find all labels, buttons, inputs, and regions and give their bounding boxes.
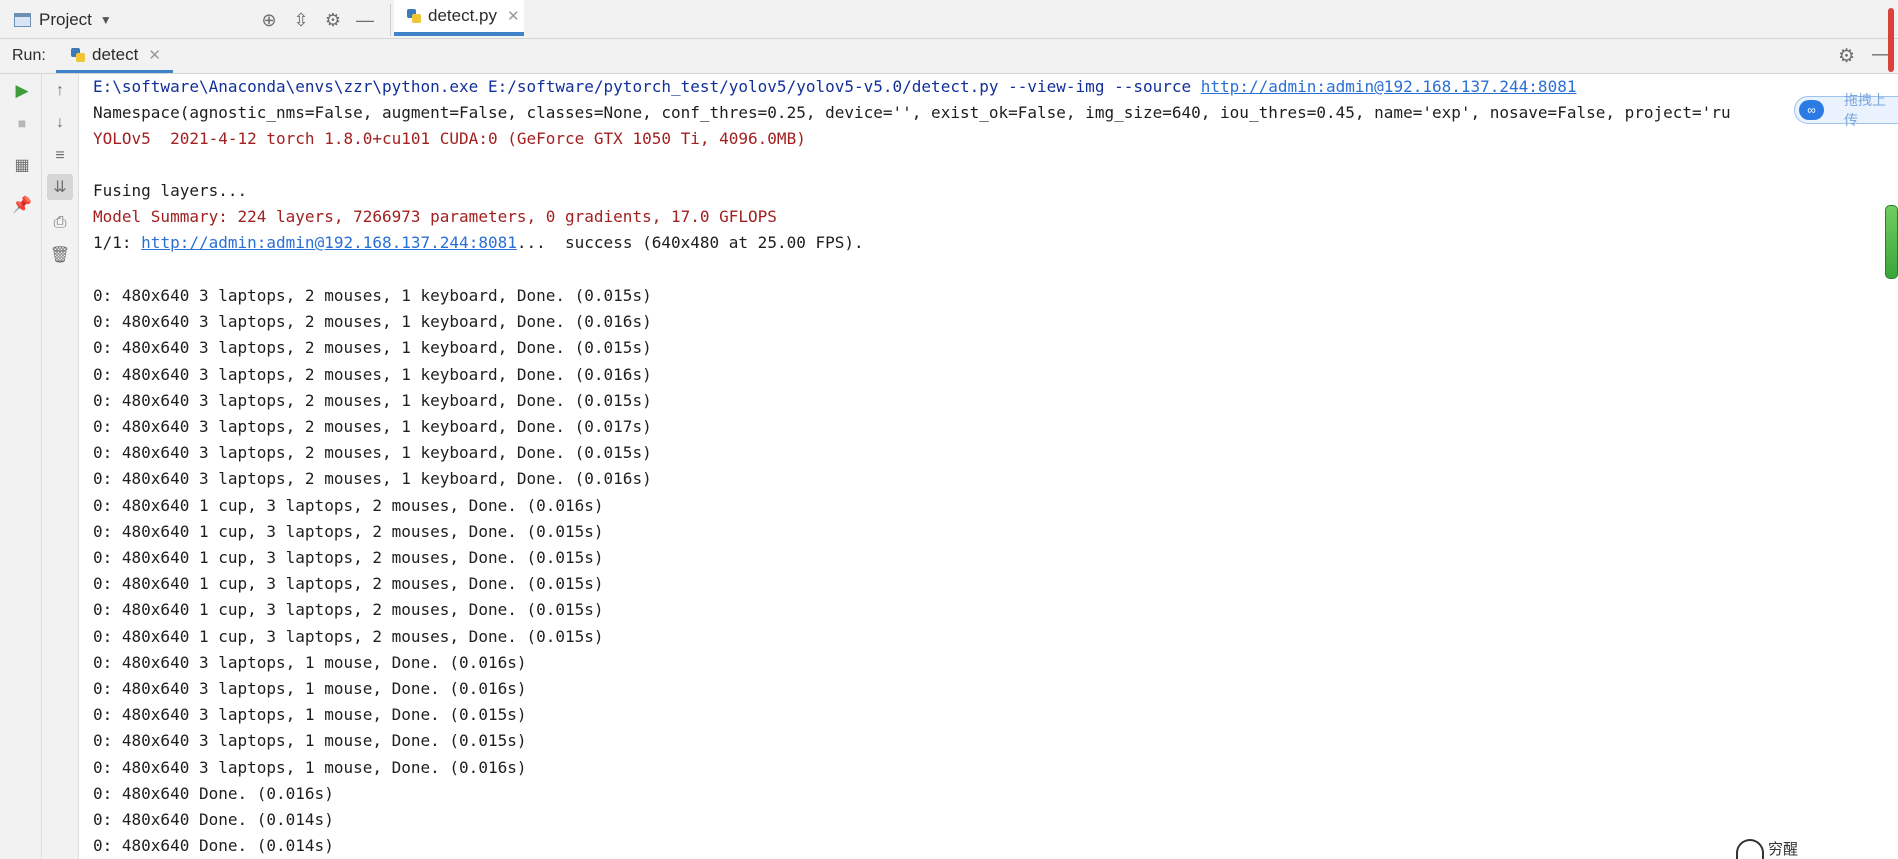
detection-line: 0: 480x640 Done. (0.014s) bbox=[93, 836, 334, 856]
detection-line: 0: 480x640 3 laptops, 1 mouse, Done. (0.… bbox=[93, 757, 527, 777]
run-icon[interactable]: ▶ bbox=[9, 78, 35, 104]
detection-line: 0: 480x640 1 cup, 3 laptops, 2 mouses, D… bbox=[93, 626, 604, 646]
target-icon[interactable]: ⊕ bbox=[256, 8, 282, 32]
scroll-thumb[interactable] bbox=[1885, 205, 1898, 279]
run-label: Run: bbox=[12, 47, 46, 64]
detection-line: 0: 480x640 3 laptops, 1 mouse, Done. (0.… bbox=[93, 652, 527, 672]
project-selector[interactable]: Project ▼ bbox=[14, 9, 112, 31]
command-text: E:\software\Anaconda\envs\zzr\python.exe… bbox=[93, 77, 1201, 96]
detection-line: 0: 480x640 1 cup, 3 laptops, 2 mouses, D… bbox=[93, 600, 604, 620]
run-actions-gutter: ▶ ■ ▦ 📌 bbox=[0, 74, 42, 859]
source-link[interactable]: http://admin:admin@192.168.137.244:8081 bbox=[141, 233, 517, 252]
run-tab-detect[interactable]: detect ✕ bbox=[56, 39, 173, 73]
project-label: Project bbox=[39, 10, 92, 29]
soft-wrap-icon[interactable]: ≡ bbox=[47, 143, 73, 169]
tab-detect-py[interactable]: detect.py ✕ bbox=[394, 0, 524, 36]
python-file-icon bbox=[406, 8, 422, 24]
up-icon[interactable]: ↑ bbox=[47, 78, 73, 104]
python-file-icon bbox=[70, 47, 86, 63]
detection-line: 0: 480x640 1 cup, 3 laptops, 2 mouses, D… bbox=[93, 495, 604, 515]
scroll-indicator bbox=[1888, 8, 1894, 72]
close-icon[interactable]: ✕ bbox=[148, 46, 161, 64]
corner-text: 穷醒 bbox=[1768, 841, 1799, 858]
detection-line: 0: 480x640 3 laptops, 2 mouses, 1 keyboa… bbox=[93, 338, 652, 358]
model-summary-line: Model Summary: 224 layers, 7266973 param… bbox=[93, 207, 777, 226]
detection-line: 0: 480x640 1 cup, 3 laptops, 2 mouses, D… bbox=[93, 574, 604, 594]
stop-icon[interactable]: ■ bbox=[9, 110, 35, 136]
source-status-line: 1/1: http://admin:admin@192.168.137.244:… bbox=[93, 232, 864, 254]
divider bbox=[390, 4, 391, 36]
detection-line: 0: 480x640 3 laptops, 1 mouse, Done. (0.… bbox=[93, 679, 527, 698]
command-line: E:\software\Anaconda\envs\zzr\python.exe… bbox=[93, 76, 1576, 98]
trash-icon[interactable]: 🗑 bbox=[47, 242, 73, 268]
detection-line: 0: 480x640 3 laptops, 2 mouses, 1 keyboa… bbox=[93, 469, 652, 489]
detection-line: 0: 480x640 1 cup, 3 laptops, 2 mouses, D… bbox=[93, 521, 604, 541]
gear-icon[interactable]: ⚙ bbox=[1838, 45, 1855, 68]
run-toolbar: Run: detect ✕ ⚙ — bbox=[0, 39, 1898, 74]
detection-line: 0: 480x640 3 laptops, 2 mouses, 1 keyboa… bbox=[93, 364, 652, 384]
cloud-icon: ∞ bbox=[1799, 100, 1825, 120]
chevron-down-icon: ▼ bbox=[99, 13, 112, 27]
face-icon bbox=[1736, 838, 1764, 859]
detection-line: 0: 480x640 Done. (0.014s) bbox=[93, 810, 334, 829]
gear-icon[interactable]: ⚙ bbox=[320, 8, 346, 32]
minimize-icon[interactable]: — bbox=[352, 8, 378, 32]
collapse-icon[interactable]: ⇳ bbox=[288, 8, 314, 32]
run-tab-label: detect bbox=[92, 44, 139, 64]
console-actions-gutter: ↑ ↓ ≡ ⇊ ⎙ 🗑 bbox=[42, 74, 79, 859]
corner-watermark: 穷醒 bbox=[1736, 838, 1798, 859]
down-icon[interactable]: ↓ bbox=[47, 110, 73, 136]
close-icon[interactable]: ✕ bbox=[507, 7, 520, 25]
detection-line: 0: 480x640 3 laptops, 1 mouse, Done. (0.… bbox=[93, 731, 527, 751]
source-suffix: ... success (640x480 at 25.00 FPS). bbox=[516, 233, 864, 252]
baidu-upload-badge[interactable]: ∞ 拖拽上传 bbox=[1794, 92, 1898, 128]
detection-line: 0: 480x640 1 cup, 3 laptops, 2 mouses, D… bbox=[93, 548, 604, 567]
print-icon[interactable]: ⎙ bbox=[47, 210, 73, 236]
pin-icon[interactable]: 📌 bbox=[9, 192, 35, 218]
detection-line: 0: 480x640 3 laptops, 2 mouses, 1 keyboa… bbox=[93, 390, 652, 410]
yolo-version-line: YOLOv5 2021-4-12 torch 1.8.0+cu101 CUDA:… bbox=[93, 129, 806, 148]
top-toolbar: Project ▼ ⊕ ⇳ ⚙ — detect.py ✕ bbox=[0, 0, 1898, 39]
fusing-line: Fusing layers... bbox=[93, 181, 248, 200]
scroll-to-end-icon[interactable]: ⇊ bbox=[47, 174, 73, 200]
detection-line: 0: 480x640 Done. (0.016s) bbox=[93, 783, 334, 803]
float-upload-text: 拖拽上传 bbox=[1844, 92, 1887, 128]
console-output[interactable]: E:\software\Anaconda\envs\zzr\python.exe… bbox=[93, 76, 1883, 859]
project-window-icon bbox=[14, 13, 31, 27]
detection-line: 0: 480x640 3 laptops, 2 mouses, 1 keyboa… bbox=[93, 312, 652, 332]
detection-line: 0: 480x640 3 laptops, 2 mouses, 1 keyboa… bbox=[93, 286, 652, 305]
source-prefix: 1/1: bbox=[93, 233, 142, 252]
tab-label: detect.py bbox=[428, 6, 497, 25]
layout-icon[interactable]: ▦ bbox=[9, 152, 35, 178]
detection-line: 0: 480x640 3 laptops, 2 mouses, 1 keyboa… bbox=[93, 417, 652, 436]
source-link[interactable]: http://admin:admin@192.168.137.244:8081 bbox=[1201, 77, 1577, 96]
detection-line: 0: 480x640 3 laptops, 1 mouse, Done. (0.… bbox=[93, 705, 527, 725]
namespace-line: Namespace(agnostic_nms=False, augment=Fa… bbox=[93, 103, 1731, 122]
detection-line: 0: 480x640 3 laptops, 2 mouses, 1 keyboa… bbox=[93, 443, 652, 463]
